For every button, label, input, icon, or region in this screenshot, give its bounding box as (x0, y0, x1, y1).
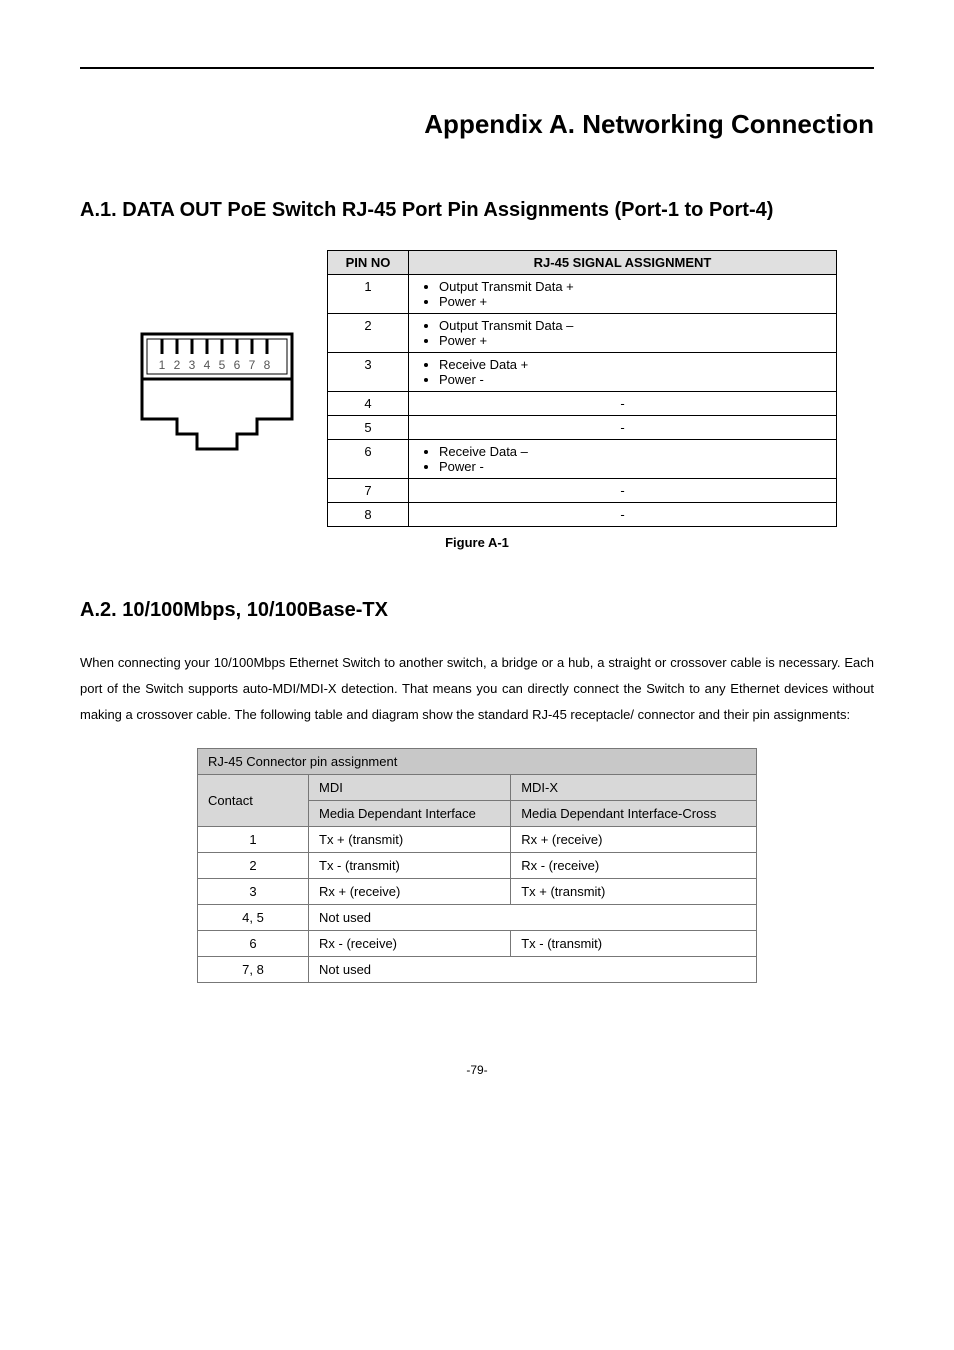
pin-cell: 1 (328, 275, 409, 314)
pin-cell: 6 (328, 440, 409, 479)
pin-cell: 2 (328, 314, 409, 353)
signal-item: Power + (439, 294, 826, 309)
svg-text:2: 2 (174, 358, 181, 372)
page-number: -79- (80, 1063, 874, 1077)
signal-cell: - (409, 416, 837, 440)
table-cell: Rx - (receive) (309, 931, 511, 957)
signal-cell: - (409, 479, 837, 503)
svg-text:1: 1 (159, 358, 166, 372)
mdi-header: MDI (309, 775, 511, 801)
signal-item: Receive Data + (439, 357, 826, 372)
pin-cell: 8 (328, 503, 409, 527)
pin-cell: 4 (328, 392, 409, 416)
section-a2-title: A.2. 10/100Mbps, 10/100Base-TX (80, 590, 874, 630)
signal-item: Output Transmit Data + (439, 279, 826, 294)
svg-text:6: 6 (234, 358, 241, 372)
signal-item: Output Transmit Data – (439, 318, 826, 333)
contact-header: Contact (198, 775, 309, 827)
table-row: 7, 8 (198, 957, 309, 983)
table-row: 3 (198, 879, 309, 905)
mdi-subheader: Media Dependant Interface (309, 801, 511, 827)
rj45-connector-image: 1 2 3 4 5 6 7 8 (117, 251, 328, 527)
table-cell: Not used (309, 957, 757, 983)
connector-table-caption: RJ-45 Connector pin assignment (198, 749, 757, 775)
table-cell: Tx - (transmit) (309, 853, 511, 879)
mdix-subheader: Media Dependant Interface-Cross (511, 801, 757, 827)
table-cell: Rx + (receive) (511, 827, 757, 853)
table-cell: Tx + (transmit) (309, 827, 511, 853)
pin-header-pinno: PIN NO (328, 251, 409, 275)
signal-item: Power - (439, 372, 826, 387)
appendix-title: Appendix A. Networking Connection (80, 109, 874, 140)
connector-assignment-table: RJ-45 Connector pin assignment Contact M… (197, 748, 757, 983)
figure-caption: Figure A-1 (80, 535, 874, 550)
table-row: 6 (198, 931, 309, 957)
section-a1-title: A.1. DATA OUT PoE Switch RJ-45 Port Pin … (80, 190, 874, 230)
table-row: 4, 5 (198, 905, 309, 931)
svg-text:8: 8 (264, 358, 271, 372)
pin-assignment-table: 1 2 3 4 5 6 7 8 PIN NO RJ-45 SIGNAL ASSI… (117, 250, 837, 527)
signal-cell: - (409, 392, 837, 416)
signal-cell: Receive Data – Power - (409, 440, 837, 479)
signal-cell: Receive Data + Power - (409, 353, 837, 392)
table-cell: Rx + (receive) (309, 879, 511, 905)
signal-item: Receive Data – (439, 444, 826, 459)
horizontal-rule (80, 67, 874, 69)
mdix-header: MDI-X (511, 775, 757, 801)
signal-cell: Output Transmit Data – Power + (409, 314, 837, 353)
pin-cell: 5 (328, 416, 409, 440)
signal-cell: Output Transmit Data + Power + (409, 275, 837, 314)
pin-header-signal: RJ-45 SIGNAL ASSIGNMENT (409, 251, 837, 275)
pin-cell: 7 (328, 479, 409, 503)
svg-text:7: 7 (249, 358, 256, 372)
pin-cell: 3 (328, 353, 409, 392)
signal-item: Power - (439, 459, 826, 474)
svg-text:5: 5 (219, 358, 226, 372)
table-cell: Tx + (transmit) (511, 879, 757, 905)
table-row: 2 (198, 853, 309, 879)
svg-text:4: 4 (204, 358, 211, 372)
table-cell: Tx - (transmit) (511, 931, 757, 957)
signal-item: Power + (439, 333, 826, 348)
table-row: 1 (198, 827, 309, 853)
section-a2-paragraph: When connecting your 10/100Mbps Ethernet… (80, 650, 874, 728)
svg-text:3: 3 (189, 358, 196, 372)
signal-cell: - (409, 503, 837, 527)
table-cell: Not used (309, 905, 757, 931)
table-cell: Rx - (receive) (511, 853, 757, 879)
